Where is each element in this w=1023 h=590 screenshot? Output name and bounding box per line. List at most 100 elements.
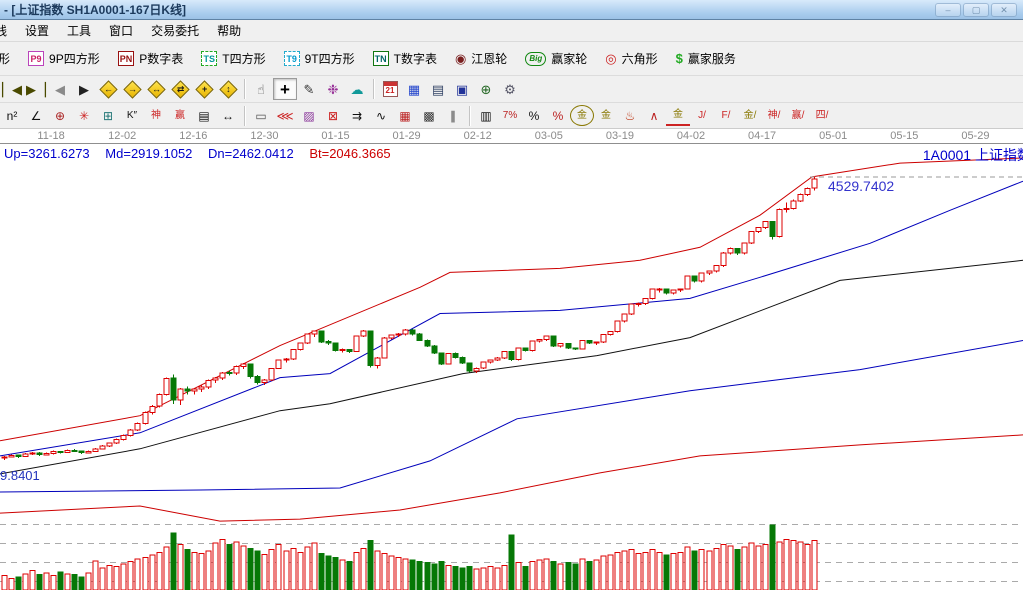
volume-bar <box>220 539 225 590</box>
draw-fan-red-icon[interactable]: ⋘ <box>273 105 297 126</box>
nav-go-last-icon[interactable]: ▶▕ <box>24 78 48 100</box>
draw-gold-lines-icon[interactable]: 金 <box>594 105 618 126</box>
draw-k-vertical-icon[interactable]: K″ <box>120 105 144 126</box>
draw-shen-tool-icon[interactable]: 神 <box>144 105 168 126</box>
minimize-button[interactable]: – <box>935 3 961 17</box>
candle-body <box>502 352 507 358</box>
draw-si-diag-icon[interactable]: 四/ <box>810 105 834 126</box>
draw-shen-diag-icon[interactable]: 神/ <box>762 105 786 126</box>
maximize-button[interactable]: ▢ <box>963 3 989 17</box>
candle-body <box>467 363 472 371</box>
draw-percent-7-icon[interactable]: 7% <box>498 105 522 126</box>
draw-circle-cross-icon[interactable]: ⊕ <box>48 105 72 126</box>
draw-grid-diag-icon[interactable]: ▩ <box>417 105 441 126</box>
nav-hand-tool-icon[interactable]: ☝ <box>249 78 273 100</box>
candle-body <box>615 321 620 331</box>
candle-body <box>580 341 585 349</box>
volume-bar <box>143 558 148 590</box>
nav-step-forward-icon[interactable]: ▶ <box>72 78 96 100</box>
volume-bar <box>51 576 56 590</box>
menu-item-draw-line-partial[interactable]: 线 <box>0 20 16 42</box>
candle-body <box>262 380 267 382</box>
draw-gold-underline-icon[interactable]: 金 <box>666 105 690 126</box>
draw-h-measure-icon[interactable]: ↔ <box>216 105 240 126</box>
candle-body <box>678 289 683 290</box>
candle-body <box>100 446 105 449</box>
main-chart-svg[interactable] <box>0 144 1023 590</box>
draw-wave-a-icon[interactable]: ∧ <box>642 105 666 126</box>
shape-tool-p-number-table[interactable]: PNP数字表 <box>109 46 193 71</box>
menu-item-help[interactable]: 帮助 <box>208 20 250 42</box>
draw-ruler-123-icon[interactable]: ▤ <box>192 105 216 126</box>
nav-cloud-tool-icon[interactable]: ☁ <box>345 78 369 100</box>
nav-save-tool-icon[interactable]: ▣ <box>450 78 474 100</box>
shape-tool-hexagon[interactable]: ◎六角形 <box>596 46 666 71</box>
candle-body <box>199 387 204 389</box>
shape-tool-9p-square[interactable]: P99P四方形 <box>19 46 109 71</box>
nav-zoom-all-icon[interactable]: + <box>192 78 216 100</box>
close-button[interactable]: ✕ <box>991 3 1017 17</box>
9p-square-icon: P9 <box>28 51 44 66</box>
draw-fan-box-icon[interactable]: ▨ <box>297 105 321 126</box>
draw-ying-tool-icon[interactable]: 赢 <box>168 105 192 126</box>
shape-tool-9t-square[interactable]: T99T四方形 <box>275 46 364 71</box>
draw-star-target-icon[interactable]: ✳ <box>72 105 96 126</box>
nav-pan-right-icon[interactable]: → <box>120 78 144 100</box>
draw-levels-icon[interactable]: ▥ <box>474 105 498 126</box>
candle-body <box>643 299 648 304</box>
menu-item-settings[interactable]: 设置 <box>16 20 58 42</box>
volume-bar <box>199 554 204 590</box>
nav-go-first-icon[interactable]: ▏◀ <box>0 78 24 100</box>
draw-ying-diag-icon[interactable]: 赢/ <box>786 105 810 126</box>
draw-grid-target-icon[interactable]: ⊞ <box>96 105 120 126</box>
shape-tool-winner-wheel[interactable]: Big赢家轮 <box>516 46 596 71</box>
draw-parallels-icon[interactable]: ∥ <box>441 105 465 126</box>
candle-body <box>319 331 324 342</box>
draw-percent-lines-icon[interactable]: % <box>546 105 570 126</box>
draw-grid-red-icon[interactable]: ▦ <box>393 105 417 126</box>
candle-body <box>537 340 542 342</box>
draw-brush-flame-icon[interactable]: ♨ <box>618 105 642 126</box>
draw-rect-tool-icon[interactable]: ▭ <box>249 105 273 126</box>
draw-percent-icon[interactable]: % <box>522 105 546 126</box>
candle-body <box>107 443 112 446</box>
candle-body <box>812 179 817 188</box>
nav-calculator-tool-icon[interactable]: ▦ <box>402 78 426 100</box>
menu-item-tools[interactable]: 工具 <box>58 20 100 42</box>
nav-crosshair-tool-icon[interactable]: + <box>273 78 297 100</box>
candle-body <box>692 276 697 281</box>
draw-j-diag-icon[interactable]: J/ <box>690 105 714 126</box>
volume-bar <box>128 561 133 590</box>
nav-calendar-tool-icon[interactable]: 21 <box>378 78 402 100</box>
draw-f-diag-icon[interactable]: F/ <box>714 105 738 126</box>
volume-bar <box>291 548 296 590</box>
shape-tool-p-square-partial[interactable]: PSP四方形 <box>0 46 19 71</box>
menu-item-window[interactable]: 窗口 <box>100 20 142 42</box>
volume-bar <box>340 560 345 590</box>
shape-tool-winner-service[interactable]: $赢家服务 <box>667 46 745 71</box>
shape-tool-t-square[interactable]: TST四方形 <box>192 46 274 71</box>
shape-tool-t-number-table[interactable]: TNT数字表 <box>364 46 446 71</box>
nav-zoom-vertical-icon[interactable]: ↕ <box>216 78 240 100</box>
volume-bar <box>79 577 84 590</box>
nav-update-tool-icon[interactable]: ⚙ <box>498 78 522 100</box>
draw-arrow-fan-icon[interactable]: ⇉ <box>345 105 369 126</box>
volume-bar <box>446 565 451 590</box>
nav-pan-left-icon[interactable]: ← <box>96 78 120 100</box>
nav-notes-tool-icon[interactable]: ▤ <box>426 78 450 100</box>
gann-bt-value: Bt=2046.3665 <box>309 146 390 161</box>
draw-gann-square-n2-icon[interactable]: n² <box>0 105 24 126</box>
shape-tool-gann-wheel[interactable]: ◉江恩轮 <box>446 46 516 71</box>
nav-flower-tool-icon[interactable]: ❉ <box>321 78 345 100</box>
draw-diag-box-icon[interactable]: ⊠ <box>321 105 345 126</box>
menu-item-trade-entrust[interactable]: 交易委托 <box>142 20 208 42</box>
draw-gold-circle-icon[interactable]: 金 <box>570 105 594 126</box>
nav-zoom-exchange-icon[interactable]: ⇄ <box>168 78 192 100</box>
nav-step-back-icon[interactable]: ◀ <box>48 78 72 100</box>
nav-pen-tool-icon[interactable]: ✎ <box>297 78 321 100</box>
nav-network-tool-icon[interactable]: ⊕ <box>474 78 498 100</box>
draw-angle-tool-icon[interactable]: ∠ <box>24 105 48 126</box>
draw-zigzag-icon[interactable]: ∿ <box>369 105 393 126</box>
draw-gold-diag-icon[interactable]: 金/ <box>738 105 762 126</box>
nav-zoom-horizontal-icon[interactable]: ↔ <box>144 78 168 100</box>
